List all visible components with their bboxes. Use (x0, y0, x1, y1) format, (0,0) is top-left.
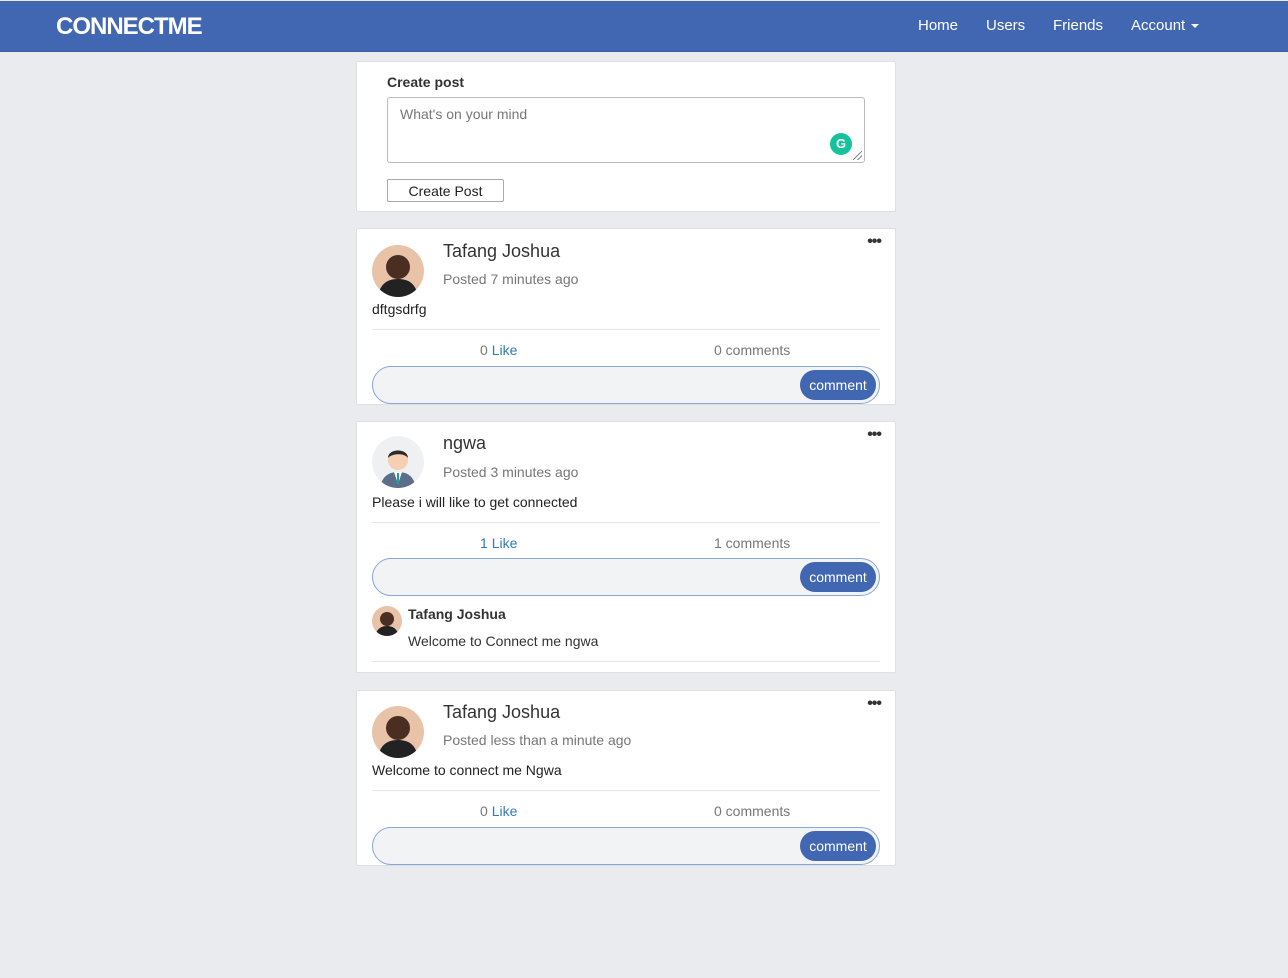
create-post-button[interactable]: Create Post (387, 179, 504, 202)
post-time: Posted less than a minute ago (443, 732, 632, 748)
comments-count[interactable]: 0 comments (714, 803, 790, 819)
like-label: Like (491, 535, 518, 551)
comment-author[interactable]: Tafang Joshua (408, 606, 506, 622)
grammarly-icon[interactable]: G (830, 133, 852, 155)
post-author[interactable]: Tafang Joshua (443, 241, 560, 262)
comments-count[interactable]: 1 comments (714, 535, 790, 551)
like-count: 1 (480, 535, 488, 551)
nav-home[interactable]: Home (918, 17, 958, 34)
nav-account-dropdown[interactable]: Account (1131, 17, 1200, 34)
post-body: Welcome to connect me Ngwa (372, 762, 562, 778)
nav-friends[interactable]: Friends (1053, 17, 1103, 34)
avatar[interactable] (372, 245, 424, 297)
post-body: dftgsdrfg (372, 301, 427, 317)
divider (372, 329, 880, 330)
comment-input[interactable]: comment (372, 827, 880, 865)
like-button[interactable]: 0 Like (480, 803, 517, 819)
post-time: Posted 3 minutes ago (443, 464, 579, 480)
comment-avatar[interactable] (372, 606, 402, 636)
like-count: 0 (480, 803, 488, 819)
comment-input[interactable]: comment (372, 558, 880, 596)
post-card: ••• Tafang Joshua Posted 7 minutes ago d… (356, 228, 896, 405)
brand-logo[interactable]: CONNECTME (56, 13, 203, 41)
comments-count[interactable]: 0 comments (714, 342, 790, 358)
post-card: ••• ngwa Posted 3 minutes ago Please i w… (356, 421, 896, 673)
post-time: Posted 7 minutes ago (443, 271, 579, 287)
like-button[interactable]: 1 Like (480, 535, 517, 551)
like-label: Like (491, 803, 518, 819)
post-body: Please i will like to get connected (372, 494, 578, 510)
comment-input[interactable]: comment (372, 366, 880, 404)
comment-button[interactable]: comment (800, 831, 876, 861)
divider (372, 790, 880, 791)
post-textarea[interactable] (387, 97, 865, 163)
caret-down-icon (1191, 24, 1200, 29)
navbar: CONNECTME Home Users Friends Account (0, 1, 1288, 52)
resize-handle[interactable] (853, 151, 862, 160)
more-options-icon[interactable]: ••• (867, 426, 882, 444)
comment-button[interactable]: comment (800, 562, 876, 592)
comment-button[interactable]: comment (800, 370, 876, 400)
post-author[interactable]: Tafang Joshua (443, 702, 560, 723)
like-button[interactable]: 0 Like (480, 342, 517, 358)
comment-text: Welcome to Connect me ngwa (408, 633, 599, 649)
more-options-icon[interactable]: ••• (867, 695, 882, 713)
like-count: 0 (480, 342, 488, 358)
avatar[interactable] (372, 436, 424, 488)
post-card: ••• Tafang Joshua Posted less than a min… (356, 690, 896, 866)
like-label: Like (491, 342, 518, 358)
post-author[interactable]: ngwa (443, 433, 486, 454)
create-post-title: Create post (387, 74, 465, 90)
create-post-card: Create post G Create Post (356, 61, 896, 212)
divider (372, 522, 880, 523)
nav-account-label: Account (1131, 17, 1186, 34)
nav-users[interactable]: Users (986, 17, 1025, 34)
divider (372, 661, 880, 662)
avatar[interactable] (372, 706, 424, 758)
more-options-icon[interactable]: ••• (867, 233, 882, 251)
